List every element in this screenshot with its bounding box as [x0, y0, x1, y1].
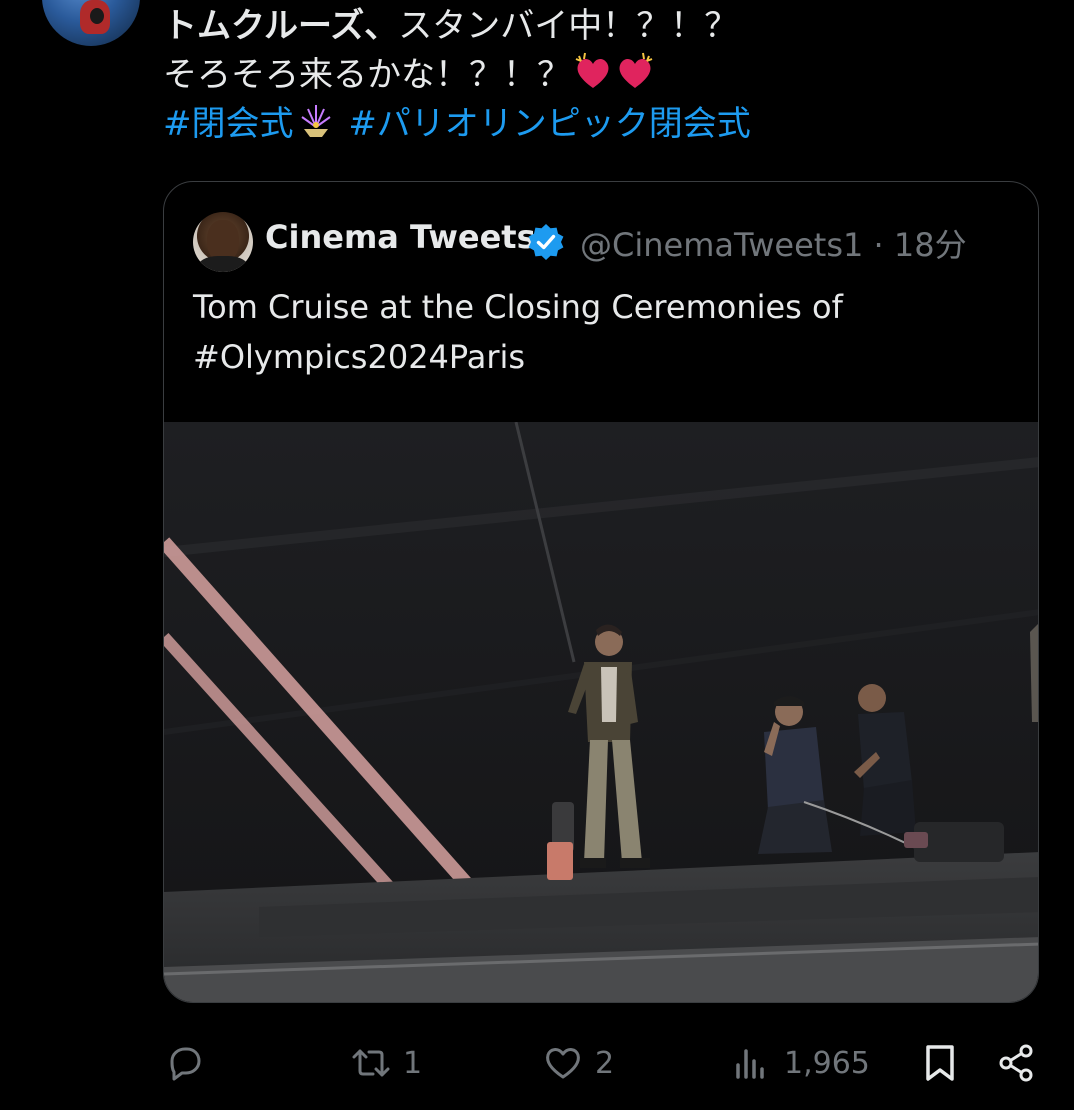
- like-button[interactable]: 2: [543, 1038, 614, 1088]
- quoted-avatar-shirt: [197, 256, 249, 272]
- hashtag-paris-olympics-closing[interactable]: #パリオリンピック閉会式: [348, 104, 751, 144]
- share-button[interactable]: [996, 1038, 1036, 1088]
- reply-icon: [170, 1047, 201, 1081]
- views-button[interactable]: 1,965: [732, 1038, 870, 1088]
- retweet-button[interactable]: 1: [351, 1038, 422, 1088]
- quoted-author-avatar[interactable]: [193, 212, 253, 272]
- quoted-meta: @CinemaTweets1 · 18分: [580, 220, 967, 266]
- sparkling-heart-emoji-icon-2: [615, 52, 655, 92]
- views-count: 1,965: [784, 1045, 870, 1081]
- quoted-text-line-1: Tom Cruise at the Closing Ceremonies of: [193, 288, 843, 326]
- retweet-icon: [352, 1049, 390, 1077]
- quoted-author-handle[interactable]: @CinemaTweets1: [580, 226, 863, 264]
- verified-badge-icon: [526, 222, 566, 262]
- retweet-count: 1: [403, 1045, 423, 1081]
- hashtag-closing-ceremony[interactable]: #閉会式: [163, 104, 294, 144]
- tweet-text-line-1: トムクルーズ、スタンバイ中！？！？: [163, 2, 1043, 51]
- like-count: 2: [595, 1045, 615, 1081]
- tweet-action-bar: 1 2 1,965: [0, 1028, 1074, 1098]
- bookmark-button[interactable]: [920, 1038, 960, 1088]
- author-avatar[interactable]: [42, 0, 140, 46]
- quoted-tweet-text: Tom Cruise at the Closing Ceremonies of …: [193, 282, 1013, 382]
- tweet-text: トムクルーズ、スタンバイ中！？！？ そろそろ来るかな！？！？ #閉会式 #パリオ…: [163, 2, 1043, 149]
- reply-button[interactable]: [164, 1038, 216, 1088]
- avatar-figure-detail: [90, 8, 104, 24]
- olympic-cauldron-emoji-icon: [294, 103, 338, 141]
- share-icon: [999, 1044, 1033, 1082]
- quoted-timestamp[interactable]: 18分: [894, 226, 967, 264]
- meta-separator: ·: [873, 226, 884, 264]
- quoted-author-name[interactable]: Cinema Tweets: [265, 218, 536, 256]
- bookmark-icon: [926, 1045, 954, 1081]
- tweet-text-line-3: #閉会式 #パリオリンピック閉会式: [163, 100, 1043, 149]
- photo-scene: [164, 422, 1038, 1002]
- quoted-hashtag-olympics[interactable]: #Olympics2024Paris: [193, 332, 1013, 382]
- tweet-text-line-2: そろそろ来るかな！？！？: [163, 51, 1043, 100]
- heart-icon: [546, 1048, 580, 1079]
- tweet-text-rest: スタンバイ中！？！？: [398, 6, 739, 46]
- quoted-tweet-photo[interactable]: [164, 422, 1038, 1002]
- quoted-tweet-card[interactable]: Cinema Tweets @CinemaTweets1 · 18分 Tom C…: [163, 181, 1039, 1003]
- bar-chart-icon: [736, 1049, 764, 1079]
- tweet-text-bold: トムクルーズ、: [163, 6, 399, 46]
- tweet-text-line-2-text: そろそろ来るかな！？！？: [163, 55, 571, 95]
- sparkling-heart-emoji-icon: [573, 52, 613, 92]
